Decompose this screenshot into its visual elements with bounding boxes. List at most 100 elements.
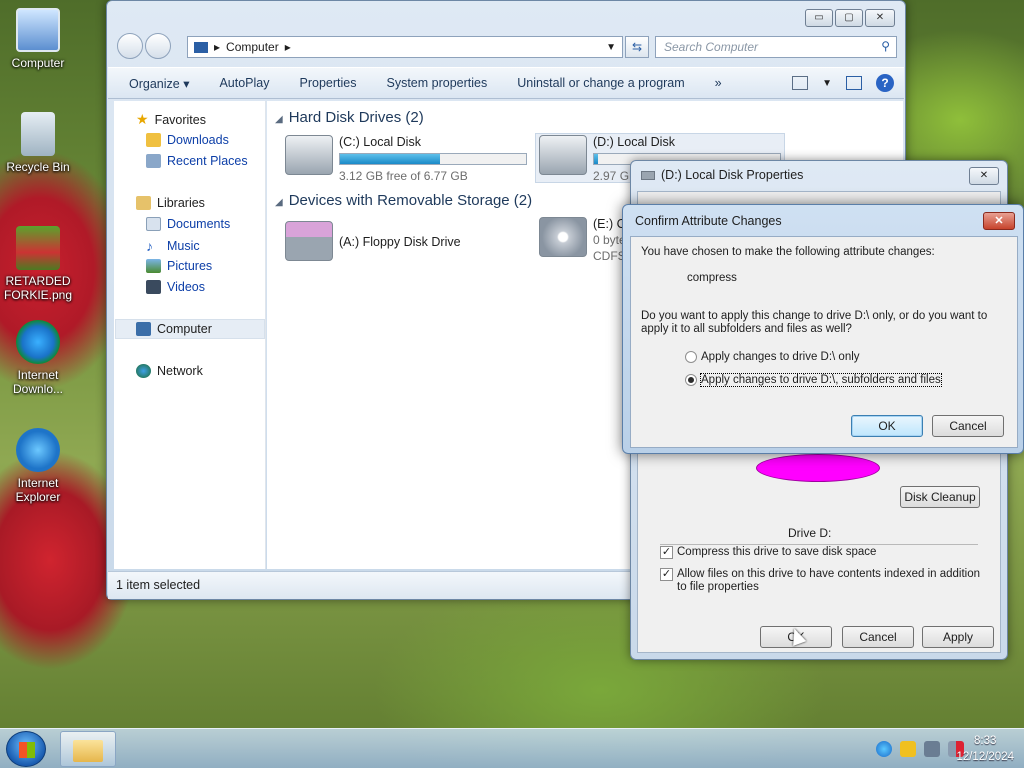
chevron-down-icon[interactable]: ▼	[822, 78, 832, 89]
radio-button	[685, 351, 697, 363]
desktop-icon-recycle-bin[interactable]: Recycle Bin	[0, 112, 76, 174]
apply-button[interactable]: Apply	[922, 626, 994, 648]
system-tray	[876, 741, 964, 757]
organize-menu[interactable]: Organize ▾	[114, 76, 204, 91]
desktop-icon-internet-download-manager[interactable]: Internet Downlo...	[0, 320, 76, 396]
divider	[660, 544, 978, 545]
nav-label: Favorites	[154, 112, 206, 127]
downloads-folder-icon	[146, 133, 161, 147]
desktop-icon-internet-explorer[interactable]: Internet Explorer	[0, 428, 76, 504]
confirm-attribute-changes-dialog: Confirm Attribute Changes ✕ You have cho…	[622, 204, 1024, 454]
nav-music[interactable]: ♪ Music	[146, 238, 200, 254]
view-options-icon[interactable]	[792, 76, 809, 90]
collapse-triangle-icon: ◢	[275, 114, 283, 125]
checkbox-label: Compress this drive to save disk space	[677, 546, 877, 558]
desktop-icon-image-file[interactable]: RETARDED FORKIE.png	[0, 226, 76, 302]
maximize-button[interactable]: ▢	[835, 9, 863, 27]
documents-icon	[146, 217, 161, 231]
libraries-icon	[136, 196, 151, 210]
drive-e[interactable]: (E:) Cl 0 byte CDFS	[539, 217, 628, 263]
properties-button[interactable]: Properties	[285, 76, 372, 90]
nav-favorites[interactable]: ★ Favorites	[136, 111, 206, 128]
address-path[interactable]: Computer	[226, 40, 279, 54]
nav-label: Network	[157, 364, 203, 378]
uninstall-program-button[interactable]: Uninstall or change a program	[502, 76, 699, 90]
radio-apply-subfolders[interactable]: Apply changes to drive D:\, subfolders a…	[685, 373, 942, 387]
cancel-button[interactable]: Cancel	[842, 626, 914, 648]
clock-time: 8:33	[974, 735, 997, 747]
nav-recent-places[interactable]: Recent Places	[146, 154, 248, 168]
system-properties-button[interactable]: System properties	[371, 76, 502, 90]
minimize-button[interactable]: ▭	[805, 9, 833, 27]
pictures-icon	[146, 259, 161, 273]
close-button[interactable]: ✕	[865, 9, 895, 27]
network-globe-icon[interactable]	[876, 741, 892, 757]
command-bar: Organize ▾ AutoPlay Properties System pr…	[108, 67, 904, 99]
address-bar[interactable]: ▸ Computer ▸ ▼	[187, 36, 623, 58]
start-button[interactable]	[6, 731, 46, 767]
videos-icon	[146, 280, 161, 294]
nav-network[interactable]: Network	[136, 364, 203, 378]
disk-cleanup-button[interactable]: Disk Cleanup	[900, 486, 980, 508]
nav-label: Documents	[167, 217, 231, 231]
close-button[interactable]: ✕	[983, 212, 1015, 230]
radio-apply-drive-only[interactable]: Apply changes to drive D:\ only	[685, 351, 860, 363]
hard-drive-icon	[285, 135, 333, 175]
refresh-button[interactable]: ⇆	[625, 36, 649, 58]
drive-small-icon	[641, 171, 655, 180]
collapse-triangle-icon: ◢	[275, 197, 283, 208]
nav-pictures[interactable]: Pictures	[146, 259, 212, 273]
taskbar-explorer-button[interactable]	[60, 731, 116, 767]
nav-downloads[interactable]: Downloads	[146, 133, 229, 147]
dialog-body: You have chosen to make the following at…	[630, 236, 1018, 448]
preview-pane-icon[interactable]	[846, 76, 862, 90]
folder-icon	[73, 740, 103, 762]
ok-button[interactable]: OK	[851, 415, 923, 437]
checkbox-checked-icon: ✓	[660, 568, 673, 581]
drive-name: (D:) Local Disk	[593, 135, 675, 149]
desktop-icon-label: Internet Downlo...	[12, 368, 64, 396]
compress-checkbox[interactable]: ✓ Compress this drive to save disk space	[660, 546, 980, 559]
dialog-title: Confirm Attribute Changes	[635, 214, 782, 228]
drive-usage-fill	[594, 154, 598, 164]
network-status-icon[interactable]	[924, 741, 940, 757]
group-header: Devices with Removable Storage (2)	[288, 192, 533, 209]
nav-videos[interactable]: Videos	[146, 280, 205, 294]
group-hard-disk-drives[interactable]: ◢ Hard Disk Drives (2)	[275, 109, 424, 126]
nav-computer[interactable]: Computer	[136, 322, 212, 336]
action-center-icon[interactable]	[900, 741, 916, 757]
taskbar: 8:33 12/12/2024	[0, 728, 1024, 768]
nav-libraries[interactable]: Libraries	[136, 196, 205, 210]
help-icon[interactable]: ?	[876, 74, 894, 92]
radio-label: Apply changes to drive D:\, subfolders a…	[700, 373, 942, 387]
cd-drive-icon	[539, 217, 587, 257]
back-button[interactable]	[117, 33, 143, 59]
desktop-icon-computer[interactable]: Computer	[0, 8, 76, 70]
more-commands-button[interactable]: »	[700, 76, 737, 90]
nav-documents[interactable]: Documents	[146, 217, 230, 231]
intro-text: You have chosen to make the following at…	[641, 246, 935, 258]
search-icon[interactable]: ⚲	[881, 39, 890, 53]
cancel-button[interactable]: Cancel	[932, 415, 1004, 437]
star-icon: ★	[136, 111, 149, 127]
music-note-icon: ♪	[146, 238, 153, 254]
forward-button[interactable]	[145, 33, 171, 59]
close-button[interactable]: ✕	[969, 167, 999, 185]
floppy-drive-icon	[285, 221, 333, 261]
nav-label: Recent Places	[167, 154, 248, 168]
system-clock[interactable]: 8:33 12/12/2024	[956, 733, 1014, 765]
index-checkbox[interactable]: ✓ Allow files on this drive to have cont…	[660, 568, 980, 594]
search-input[interactable]: Search Computer ⚲	[655, 36, 897, 58]
navigation-pane: ★ Favorites Downloads Recent Places Libr…	[114, 101, 266, 569]
group-removable-storage[interactable]: ◢ Devices with Removable Storage (2)	[275, 192, 532, 209]
autoplay-button[interactable]: AutoPlay	[204, 76, 284, 90]
checkbox-checked-icon: ✓	[660, 546, 673, 559]
drive-a[interactable]: (A:) Floppy Disk Drive	[285, 221, 461, 261]
search-placeholder: Search Computer	[664, 40, 759, 54]
nav-label: Pictures	[167, 259, 213, 273]
drive-c[interactable]: (C:) Local Disk 3.12 GB free of 6.77 GB	[285, 135, 527, 183]
drive-label: Drive D:	[788, 526, 832, 540]
clock-date: 12/12/2024	[956, 751, 1014, 763]
address-dropdown-icon[interactable]: ▼	[606, 42, 616, 53]
radio-button-selected	[685, 374, 697, 386]
